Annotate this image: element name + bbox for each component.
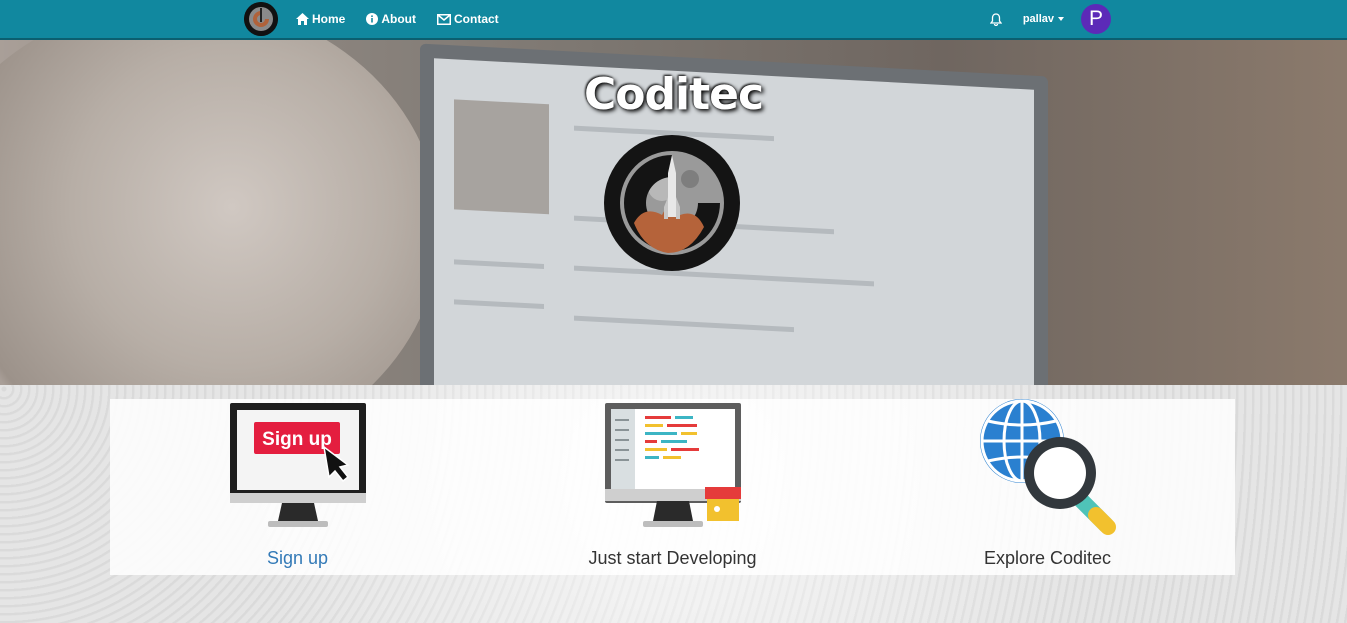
user-dropdown[interactable]: pallav — [1023, 13, 1064, 25]
top-navbar: Home About Contact pallav P — [0, 0, 1347, 40]
feature-explore-label: Explore Coditec — [983, 548, 1112, 568]
envelope-icon — [437, 13, 451, 25]
feature-develop-label: Just start Developing — [588, 548, 757, 568]
navbar-left: Home About Contact — [244, 0, 520, 38]
globe-search-icon — [979, 399, 1116, 535]
nav-contact-link[interactable]: Contact — [437, 12, 499, 26]
features-panel: Sign up Sign up Just start Developing Ex… — [110, 399, 1235, 575]
hero-title: Coditec — [583, 69, 764, 120]
nav-home-link[interactable]: Home — [296, 12, 345, 26]
caret-down-icon — [1058, 17, 1064, 21]
username-label: pallav — [1022, 13, 1054, 25]
nav-about-label: About — [381, 12, 416, 26]
avatar[interactable]: P — [1081, 4, 1111, 34]
bell-icon[interactable] — [989, 12, 1002, 26]
nav-home-label: Home — [312, 12, 346, 26]
feature-signup[interactable]: Sign up Sign up — [110, 399, 485, 575]
navbar-right: pallav P — [989, 0, 1111, 38]
feature-develop[interactable]: Just start Developing — [485, 399, 860, 575]
feature-explore[interactable]: Explore Coditec — [860, 399, 1235, 575]
avatar-letter: P — [1088, 7, 1103, 30]
hero-banner: Coditec — [0, 40, 1347, 385]
brand-logo[interactable] — [244, 2, 278, 36]
code-monitor-icon — [604, 403, 741, 527]
nav-contact-label: Contact — [454, 12, 499, 26]
feature-signup-label[interactable]: Sign up — [110, 548, 485, 569]
nav-about-link[interactable]: About — [366, 12, 416, 26]
home-icon — [296, 13, 309, 25]
signup-badge-text: Sign up — [262, 429, 332, 450]
coditec-logo — [604, 135, 740, 271]
signup-monitor-icon: Sign up — [229, 403, 366, 527]
info-icon — [366, 13, 379, 25]
